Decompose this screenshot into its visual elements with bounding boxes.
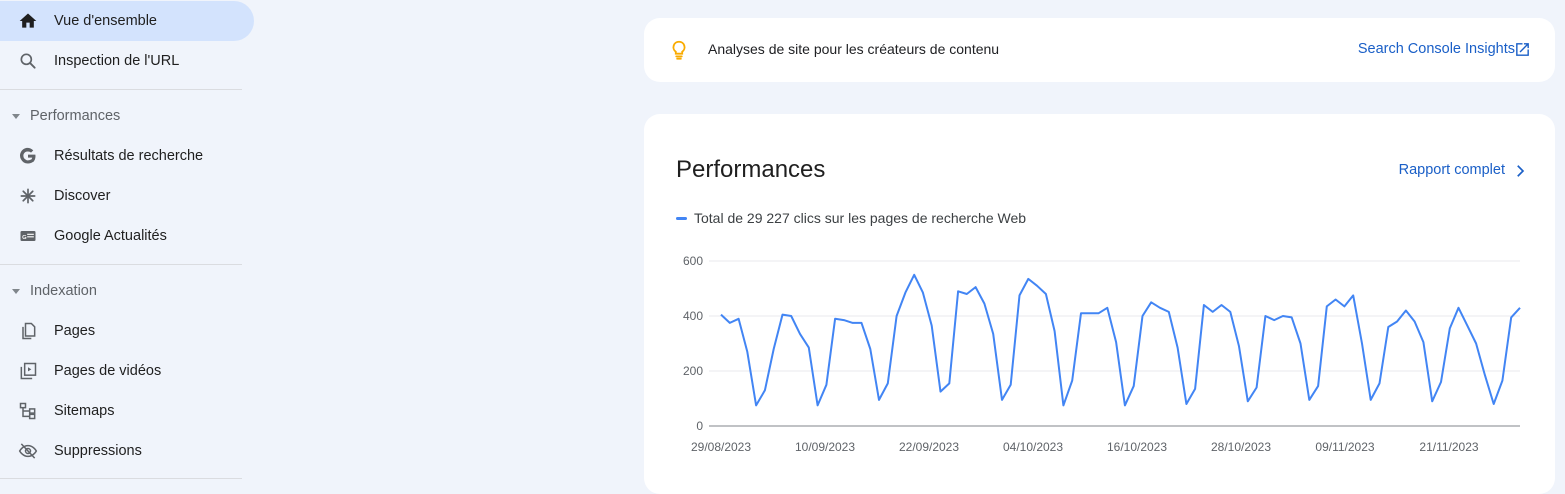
x-tick-label: 21/11/2023: [1419, 440, 1478, 454]
news-icon: G: [17, 225, 39, 247]
divider: [0, 264, 242, 265]
google-g-icon: [17, 145, 39, 167]
home-icon: [17, 10, 39, 32]
x-tick-label: 22/09/2023: [899, 440, 959, 454]
x-tick-label: 29/08/2023: [691, 440, 751, 454]
nav-item-pages[interactable]: Pages: [0, 311, 254, 351]
insights-card: Analyses de site pour les créateurs de c…: [644, 18, 1555, 82]
x-tick-label: 10/09/2023: [795, 440, 855, 454]
y-tick-label: 400: [683, 309, 703, 323]
nav-item-video-pages[interactable]: Pages de vidéos: [0, 351, 254, 391]
y-tick-label: 600: [683, 254, 703, 268]
video-pages-icon: [17, 360, 39, 382]
nav-item-label: Sitemaps: [54, 403, 115, 419]
nav-item-discover[interactable]: Discover: [0, 176, 254, 216]
nav-item-google-news[interactable]: G Google Actualités: [0, 216, 254, 256]
x-tick-label: 09/11/2023: [1315, 440, 1374, 454]
nav-item-label: Résultats de recherche: [54, 148, 204, 164]
search-icon: [17, 50, 39, 72]
y-tick-label: 200: [683, 364, 703, 378]
performance-chart: 0 200 400 600 29/08/2023 10/09/2023 22/09/2023…: [683, 254, 1521, 454]
performance-card: Performances Rapport complet Total de 29…: [644, 114, 1555, 494]
section-label: Performances: [30, 108, 121, 124]
open-in-new-icon[interactable]: [1514, 41, 1531, 58]
pages-icon: [17, 320, 39, 342]
caret-down-icon: [12, 288, 20, 294]
nav-item-label: Google Actualités: [54, 228, 167, 244]
nav-item-label: Suppressions: [54, 443, 142, 459]
y-tick-label: 0: [696, 419, 703, 433]
nav-item-sitemaps[interactable]: Sitemaps: [0, 391, 254, 431]
svg-text:G: G: [22, 235, 27, 241]
asterisk-icon: [17, 185, 39, 207]
x-tick-label: 04/10/2023: [1003, 440, 1063, 454]
section-indexation[interactable]: Indexation: [0, 276, 97, 306]
nav-item-url-inspection[interactable]: Inspection de l'URL: [0, 41, 254, 81]
search-console-insights-link[interactable]: Search Console Insights: [1358, 41, 1515, 57]
nav-item-overview[interactable]: Vue d'ensemble: [0, 1, 254, 41]
nav-item-label: Discover: [54, 188, 111, 204]
eye-off-icon: [17, 440, 39, 462]
nav-item-label: Inspection de l'URL: [54, 53, 180, 69]
nav-item-label: Pages de vidéos: [54, 363, 162, 379]
lightbulb-icon: [668, 39, 690, 61]
nav-item-label: Pages: [54, 323, 96, 339]
sitemap-icon: [17, 400, 39, 422]
sidebar: Vue d'ensemble Inspection de l'URL Perfo…: [0, 0, 258, 481]
nav-item-label: Vue d'ensemble: [54, 13, 157, 29]
nav-item-removals[interactable]: Suppressions: [0, 431, 254, 471]
x-tick-label: 16/10/2023: [1107, 440, 1167, 454]
divider: [0, 478, 242, 479]
insights-text: Analyses de site pour les créateurs de c…: [708, 41, 1000, 57]
x-tick-label: 28/10/2023: [1211, 440, 1271, 454]
caret-down-icon: [12, 113, 20, 119]
series-line-clicks[interactable]: [720, 273, 1521, 407]
section-performances[interactable]: Performances: [0, 101, 120, 131]
section-label: Indexation: [30, 283, 97, 299]
nav-item-search-results[interactable]: Résultats de recherche: [0, 136, 254, 176]
divider: [0, 89, 242, 90]
